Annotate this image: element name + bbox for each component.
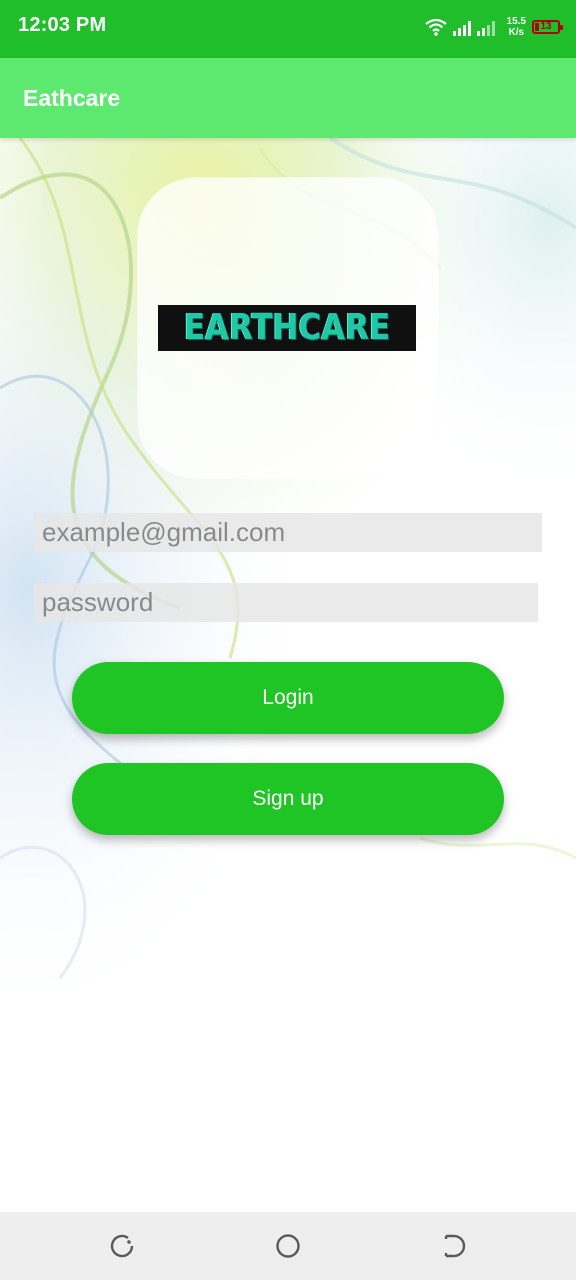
password-field[interactable]: [34, 583, 538, 622]
network-speed-value: 15.5: [506, 16, 526, 27]
navigation-bar: [0, 1212, 576, 1280]
recents-button[interactable]: [108, 1232, 136, 1260]
app-title: Eathcare: [23, 85, 121, 111]
battery-fill: [535, 23, 539, 31]
network-speed: 15.5 K/s: [507, 16, 526, 38]
back-button[interactable]: [440, 1232, 468, 1260]
earthcare-logo: EARTHCARE: [158, 305, 416, 351]
app-bar: Eathcare: [0, 58, 576, 138]
wifi-icon: [424, 18, 447, 36]
signal-icon: [452, 18, 499, 36]
home-button[interactable]: [274, 1232, 302, 1260]
signup-button-label: Sign up: [252, 787, 324, 810]
logo-card: EARTHCARE: [138, 178, 438, 478]
status-icons: 15.5 K/s 13: [424, 12, 563, 42]
status-time: 12:03 PM: [18, 14, 107, 36]
recents-icon: [110, 1234, 134, 1258]
network-speed-unit: K/s: [508, 27, 525, 38]
status-bar: 12:03 PM 15.5 K/s 13: [0, 0, 576, 58]
login-button-label: Login: [262, 686, 314, 709]
signup-button[interactable]: Sign up: [72, 763, 504, 835]
home-icon: [276, 1234, 300, 1258]
login-button[interactable]: Login: [72, 662, 504, 734]
battery-icon: 13: [532, 20, 563, 34]
back-icon: [444, 1234, 466, 1258]
battery-level: 13: [540, 21, 552, 32]
email-field[interactable]: [34, 513, 542, 552]
logo-text: EARTHCARE: [183, 307, 391, 348]
